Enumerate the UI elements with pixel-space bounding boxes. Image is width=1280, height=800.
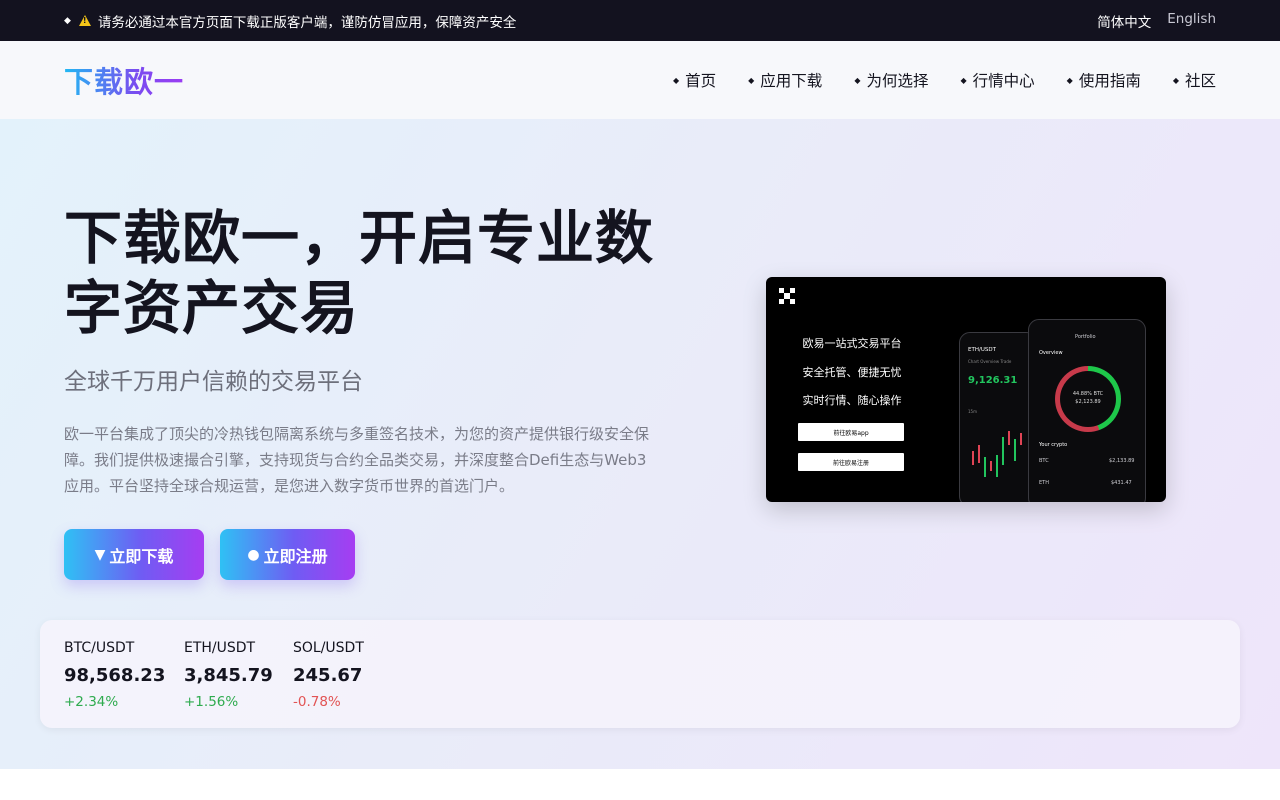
hero-title: 下载欧一，开启专业数字资产交易 bbox=[64, 204, 655, 342]
ticker-change: +2.34% bbox=[64, 694, 119, 710]
nav-item-app-download[interactable]: ◆ 应用下载 bbox=[748, 69, 822, 91]
candle bbox=[972, 451, 974, 465]
site-header: 下载欧一 ◆ 首页 ◆ 应用下载 ◆ 为何选择 ◆ 行情中心 ◆ 使用指南 ◆ 社区 bbox=[0, 41, 1280, 119]
phone-chart-mockup: ETH/USDT Chart Overview Trade 9,126.31 1… bbox=[959, 332, 1037, 502]
download-button-label: 立即下载 bbox=[109, 546, 174, 566]
phone-row1-value: $2,133.89 bbox=[1109, 458, 1135, 464]
hero-description: 欧一平台集成了顶尖的冷热钱包隔离系统与多重签名技术，为您的资产提供银行级安全保障… bbox=[64, 425, 650, 495]
diamond-icon: ◆ bbox=[748, 75, 755, 85]
ticker-price: 3,845.79 bbox=[184, 665, 273, 686]
top-notice-bar: ◆ 请务必通过本官方页面下载正版客户端，谨防仿冒应用，保障资产安全 简体中文 E… bbox=[0, 0, 1280, 41]
phone-interval: 15m bbox=[968, 409, 977, 414]
nav-item-label: 使用指南 bbox=[1078, 72, 1141, 90]
phone-overview: Overview bbox=[1039, 350, 1063, 356]
download-button[interactable]: ▼ 立即下载 bbox=[64, 529, 204, 580]
language-switcher: 简体中文 English bbox=[1097, 11, 1216, 31]
nav-item-home[interactable]: ◆ 首页 bbox=[673, 69, 716, 91]
candle bbox=[996, 455, 998, 477]
nav-item-market[interactable]: ◆ 行情中心 bbox=[960, 69, 1034, 91]
ticker-change: +1.56% bbox=[184, 694, 239, 710]
nav-item-why-choose[interactable]: ◆ 为何选择 bbox=[854, 69, 928, 91]
phone-tabs: Chart Overview Trade bbox=[968, 359, 1012, 364]
nav-item-label: 行情中心 bbox=[972, 72, 1035, 90]
ticker-pair: ETH/USDT bbox=[184, 640, 256, 656]
diamond-icon: ◆ bbox=[960, 75, 967, 85]
candle bbox=[1014, 439, 1016, 461]
main-nav: ◆ 首页 ◆ 应用下载 ◆ 为何选择 ◆ 行情中心 ◆ 使用指南 ◆ 社区 bbox=[673, 69, 1216, 91]
phone-row2-symbol: ETH bbox=[1039, 480, 1049, 486]
lang-english[interactable]: English bbox=[1167, 11, 1216, 31]
dot-icon: ● bbox=[247, 546, 260, 563]
promo-app-button: 前往欧易app bbox=[798, 423, 904, 441]
nav-item-label: 社区 bbox=[1184, 72, 1216, 90]
triangle-down-icon: ▼ bbox=[94, 546, 106, 563]
register-button[interactable]: ● 立即注册 bbox=[220, 529, 355, 580]
register-button-label: 立即注册 bbox=[263, 546, 328, 566]
security-notice: ◆ 请务必通过本官方页面下载正版客户端，谨防仿冒应用，保障资产安全 bbox=[64, 11, 516, 31]
phone-your-crypto: Your crypto bbox=[1039, 442, 1068, 448]
donut-percentage: 44.88% BTC bbox=[1072, 391, 1104, 397]
hero-section: 下载欧一，开启专业数字资产交易 全球千万用户信赖的交易平台 欧一平台集成了顶尖的… bbox=[0, 119, 1280, 769]
phone-row2-value: $431.47 bbox=[1111, 480, 1132, 486]
nav-item-guide[interactable]: ◆ 使用指南 bbox=[1067, 69, 1141, 91]
candle bbox=[1020, 433, 1022, 445]
phone-portfolio-header: Portfolio bbox=[1075, 334, 1096, 340]
candle bbox=[1002, 437, 1004, 465]
candle bbox=[978, 445, 980, 463]
hero-subtitle: 全球千万用户信赖的交易平台 bbox=[64, 369, 363, 395]
diamond-icon: ◆ bbox=[1066, 75, 1073, 85]
promo-line-3: 实时行情、随心操作 bbox=[802, 394, 902, 407]
security-notice-text: 请务必通过本官方页面下载正版客户端，谨防仿冒应用，保障资产安全 bbox=[97, 14, 517, 31]
site-logo[interactable]: 下载欧一 bbox=[64, 59, 184, 101]
nav-item-label: 为何选择 bbox=[866, 72, 929, 90]
phone-price: 9,126.31 bbox=[968, 375, 1018, 386]
candle bbox=[990, 461, 992, 471]
diamond-icon: ◆ bbox=[854, 75, 861, 85]
ticker-pair: BTC/USDT bbox=[64, 640, 135, 656]
market-ticker: BTC/USDT 98,568.23 +2.34% ETH/USDT 3,845… bbox=[40, 620, 1240, 728]
diamond-icon: ◆ bbox=[1172, 75, 1179, 85]
phone-portfolio-mockup: Portfolio Overview 44.88% BTC $2,123.89 … bbox=[1028, 319, 1146, 502]
promo-register-button: 前往欧易注册 bbox=[798, 453, 904, 471]
promo-line-2: 安全托管、便捷无忧 bbox=[802, 366, 902, 379]
nav-item-label: 应用下载 bbox=[760, 72, 823, 90]
ticker-price: 98,568.23 bbox=[64, 665, 166, 686]
promo-line-1: 欧易一站式交易平台 bbox=[802, 337, 902, 350]
ticker-change: -0.78% bbox=[293, 694, 341, 710]
lang-simplified-chinese[interactable]: 简体中文 bbox=[1097, 11, 1151, 31]
warning-icon bbox=[78, 15, 91, 26]
donut-label: 44.88% BTC $2,123.89 bbox=[1059, 390, 1117, 406]
phone-row1-symbol: BTC bbox=[1039, 458, 1049, 464]
candle bbox=[984, 457, 986, 477]
candle bbox=[1008, 431, 1010, 445]
okx-logo-icon bbox=[779, 288, 795, 304]
phone-pair: ETH/USDT bbox=[968, 347, 996, 353]
app-promo-image: 欧易一站式交易平台 安全托管、便捷无忧 实时行情、随心操作 前往欧易app 前往… bbox=[766, 277, 1166, 502]
ticker-pair: SOL/USDT bbox=[293, 640, 364, 656]
ticker-price: 245.67 bbox=[293, 665, 363, 686]
donut-value: $2,123.89 bbox=[1075, 399, 1101, 405]
nav-item-label: 首页 bbox=[685, 72, 717, 90]
nav-item-community[interactable]: ◆ 社区 bbox=[1173, 69, 1216, 91]
diamond-icon: ◆ bbox=[64, 15, 71, 26]
diamond-icon: ◆ bbox=[672, 75, 680, 85]
